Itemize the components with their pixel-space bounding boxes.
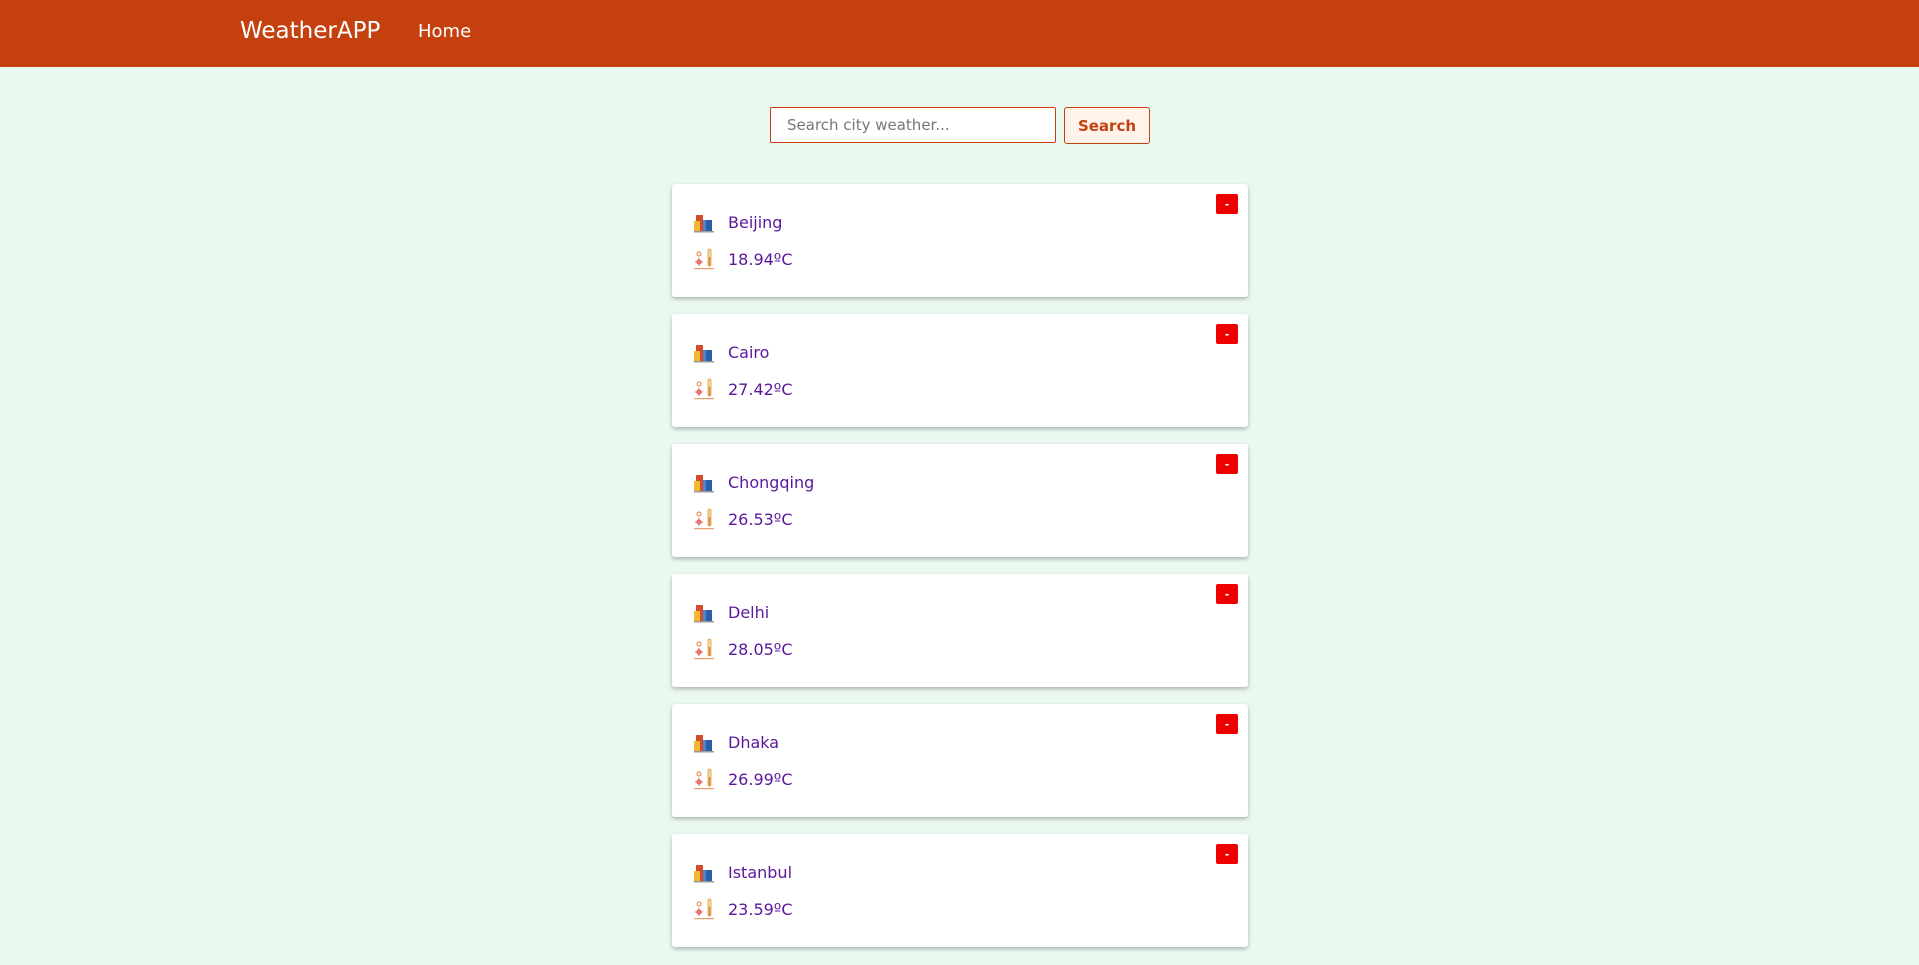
app-brand[interactable]: WeatherAPP [240,18,380,44]
nav-home-link[interactable]: Home [418,21,471,42]
buildings-icon [694,735,714,753]
temperature-row: 27.42ºC [694,378,793,400]
city-row: Cairo [694,341,769,363]
buildings-icon [694,345,714,363]
thermometer-icon [694,378,714,400]
city-card: - Cairo 27.42ºC [672,314,1248,427]
city-list: - Beijing 18.94ºC - Cairo 27.42ºC - Chon… [672,184,1248,964]
remove-city-button[interactable]: - [1216,714,1238,734]
remove-city-button[interactable]: - [1216,584,1238,604]
city-name: Istanbul [728,862,793,882]
city-card: - Beijing 18.94ºC [672,184,1248,297]
city-row: Istanbul [694,861,792,883]
buildings-icon [694,605,714,623]
city-row: Chongqing [694,471,814,493]
buildings-icon [694,215,714,233]
temperature-row: 23.59ºC [694,898,793,920]
city-name: Chongqing [728,472,815,492]
city-temperature: 18.94ºC [728,249,793,269]
thermometer-icon [694,508,714,530]
city-temperature: 26.53ºC [728,509,793,529]
city-temperature: 27.42ºC [728,379,793,399]
city-card: - Chongqing 26.53ºC [672,444,1248,557]
city-name: Cairo [728,342,770,362]
city-temperature: 28.05ºC [728,639,793,659]
city-temperature: 26.99ºC [728,769,793,789]
city-card: - Delhi 28.05ºC [672,574,1248,687]
thermometer-icon [694,768,714,790]
remove-city-button[interactable]: - [1216,194,1238,214]
thermometer-icon [694,248,714,270]
thermometer-icon [694,638,714,660]
city-name: Dhaka [728,732,780,752]
city-row: Beijing [694,211,782,233]
city-temperature: 23.59ºC [728,899,793,919]
city-row: Dhaka [694,731,779,753]
city-name: Delhi [728,602,770,622]
city-name: Beijing [728,212,783,232]
thermometer-icon [694,898,714,920]
temperature-row: 26.99ºC [694,768,793,790]
temperature-row: 28.05ºC [694,638,793,660]
buildings-icon [694,865,714,883]
remove-city-button[interactable]: - [1216,324,1238,344]
search-input[interactable] [770,107,1056,143]
city-row: Delhi [694,601,769,623]
buildings-icon [694,475,714,493]
city-card: - Dhaka 26.99ºC [672,704,1248,817]
search-bar: Search [770,107,1150,144]
navbar: WeatherAPP Home [0,0,1919,67]
remove-city-button[interactable]: - [1216,454,1238,474]
temperature-row: 26.53ºC [694,508,793,530]
search-button[interactable]: Search [1064,107,1150,144]
temperature-row: 18.94ºC [694,248,793,270]
city-card: - Istanbul 23.59ºC [672,834,1248,947]
remove-city-button[interactable]: - [1216,844,1238,864]
